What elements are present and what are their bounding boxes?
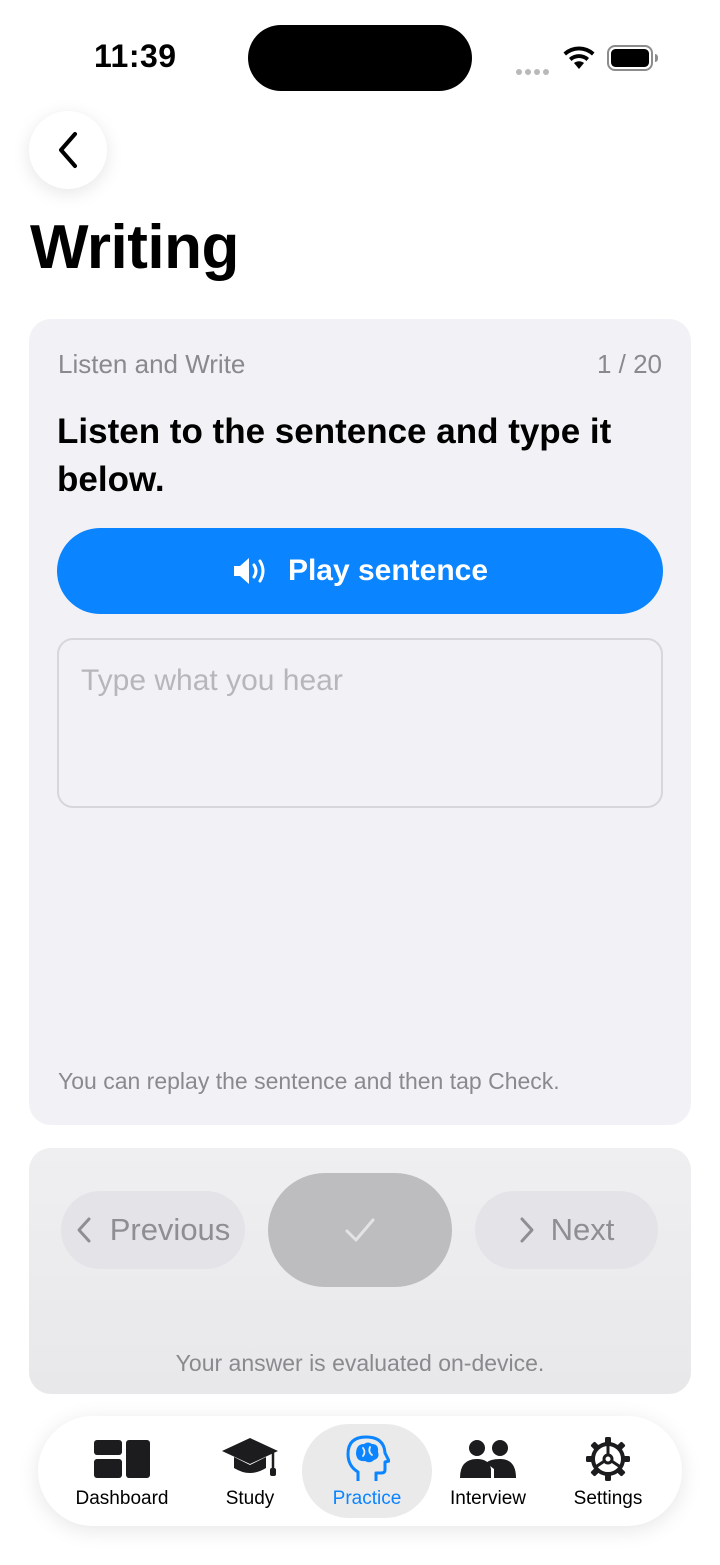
tab-practice[interactable]: Practice	[302, 1424, 432, 1518]
dynamic-island	[248, 25, 472, 91]
tab-label: Interview	[449, 1488, 527, 1509]
page-title: Writing	[30, 213, 239, 282]
next-label: Next	[550, 1212, 615, 1247]
tab-study[interactable]: Study	[200, 1424, 300, 1518]
tab-label: Dashboard	[75, 1488, 169, 1509]
next-button[interactable]: Next	[475, 1191, 658, 1269]
tab-label: Study	[225, 1488, 275, 1509]
graduation-cap-icon	[221, 1434, 279, 1484]
brain-head-icon	[344, 1434, 390, 1484]
speaker-icon	[233, 558, 265, 584]
tab-interview[interactable]: Interview	[438, 1424, 538, 1518]
check-button[interactable]	[268, 1173, 452, 1287]
wifi-icon	[562, 44, 596, 75]
status-time: 11:39	[94, 38, 177, 74]
tab-label: Practice	[332, 1488, 402, 1509]
previous-button[interactable]: Previous	[61, 1191, 245, 1269]
tab-label: Settings	[573, 1488, 643, 1509]
play-sentence-button[interactable]: Play sentence	[57, 528, 663, 614]
checkmark-icon	[345, 1218, 375, 1242]
answer-input[interactable]	[57, 638, 663, 808]
cellular-signal-icon	[516, 62, 552, 80]
dashboard-icon	[93, 1434, 151, 1484]
tab-settings[interactable]: Settings	[560, 1424, 656, 1518]
play-sentence-label: Play sentence	[287, 554, 489, 587]
chevron-left-icon	[59, 132, 77, 168]
back-button[interactable]	[29, 111, 107, 189]
battery-icon	[607, 45, 659, 76]
tab-dashboard[interactable]: Dashboard	[64, 1424, 180, 1518]
exercise-type-label: Listen and Write	[58, 349, 246, 379]
exercise-counter: 1 / 20	[596, 349, 662, 379]
gear-icon	[585, 1434, 631, 1484]
chevron-right-icon	[520, 1217, 534, 1243]
exercise-prompt: Listen to the sentence and type it below…	[57, 412, 612, 499]
replay-hint: You can replay the sentence and then tap…	[58, 1068, 560, 1094]
previous-label: Previous	[109, 1212, 231, 1247]
people-icon	[459, 1434, 517, 1484]
chevron-left-icon	[77, 1217, 91, 1243]
evaluation-note: Your answer is evaluated on-device.	[175, 1350, 545, 1376]
